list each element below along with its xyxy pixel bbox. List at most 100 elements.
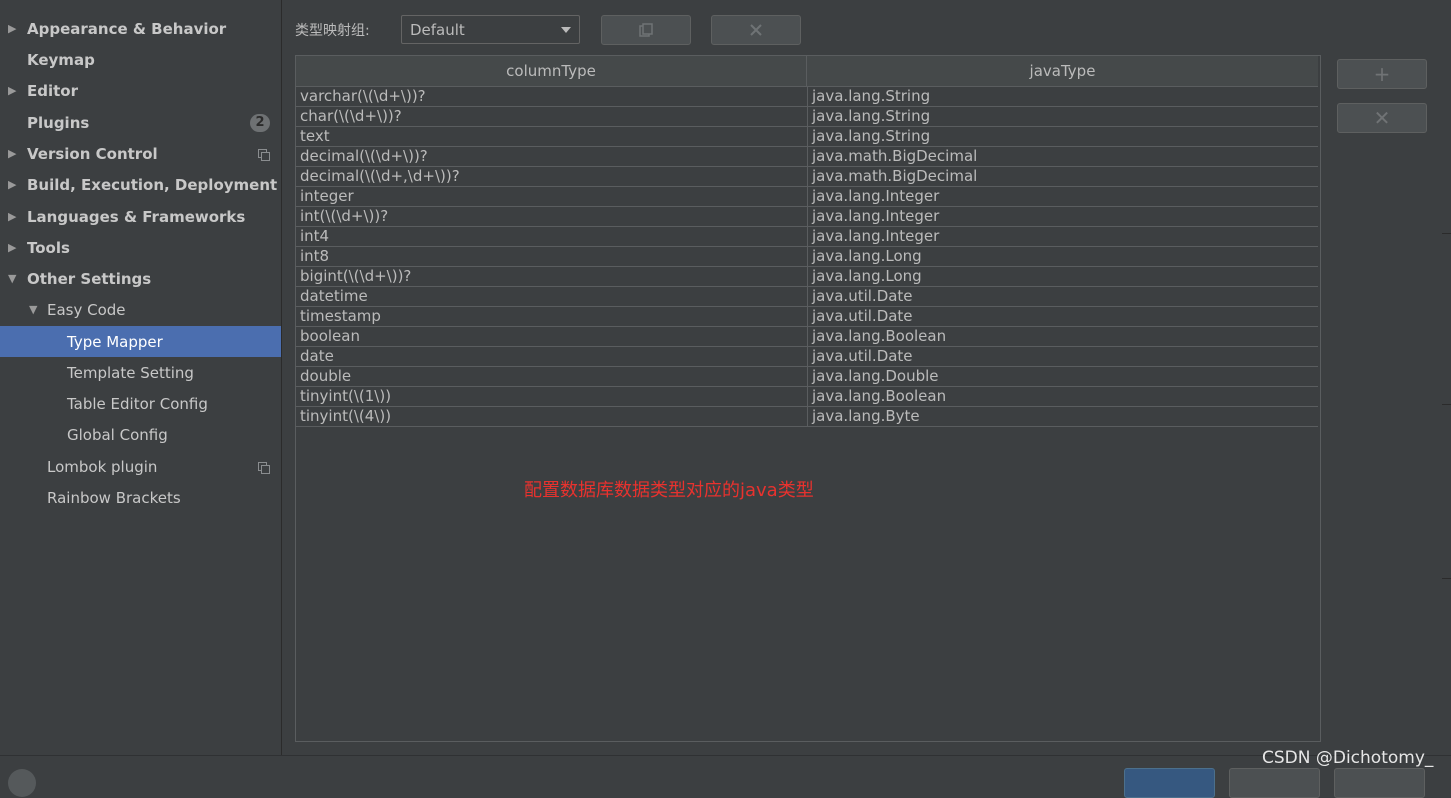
- column-header-column-type[interactable]: columnType: [296, 56, 807, 86]
- type-mapping-table: columnType javaType varchar(\(\d+\))? jav…: [295, 55, 1321, 742]
- sidebar-item-editor[interactable]: ▶ Editor: [0, 75, 281, 106]
- cell-java-type[interactable]: java.util.Date: [807, 287, 1313, 306]
- sidebar-item-build-execution-deployment[interactable]: ▶ Build, Execution, Deployment: [0, 169, 281, 200]
- cell-java-type[interactable]: java.lang.Byte: [807, 407, 1313, 426]
- cell-java-type[interactable]: java.lang.Integer: [807, 227, 1313, 246]
- expand-arrow-icon[interactable]: ▶: [8, 22, 18, 35]
- cell-column-type[interactable]: int4: [300, 227, 805, 246]
- delete-group-button[interactable]: [711, 15, 801, 45]
- sidebar-item-languages-frameworks[interactable]: ▶ Languages & Frameworks: [0, 201, 281, 232]
- update-count-badge: 2: [250, 113, 270, 132]
- cell-java-type[interactable]: java.lang.Double: [807, 367, 1313, 386]
- table-row[interactable]: timestamp java.util.Date: [296, 307, 1318, 327]
- cell-java-type[interactable]: java.lang.String: [807, 127, 1313, 146]
- cell-java-type[interactable]: java.lang.Boolean: [807, 327, 1313, 346]
- cell-java-type[interactable]: java.lang.String: [807, 87, 1313, 106]
- type-mapper-group-select[interactable]: Default: [401, 15, 580, 44]
- cell-java-type[interactable]: java.lang.Integer: [807, 187, 1313, 206]
- table-row[interactable]: int(\(\d+\))? java.lang.Integer: [296, 207, 1318, 227]
- table-header: columnType javaType: [296, 56, 1318, 87]
- table-row[interactable]: double java.lang.Double: [296, 367, 1318, 387]
- cell-java-type[interactable]: java.lang.Long: [807, 247, 1313, 266]
- table-row[interactable]: datetime java.util.Date: [296, 287, 1318, 307]
- annotation-text: 配置数据库数据类型对应的java类型: [524, 480, 814, 501]
- expand-arrow-icon[interactable]: ▶: [8, 178, 18, 191]
- cell-column-type[interactable]: double: [300, 367, 805, 386]
- cell-java-type[interactable]: java.lang.String: [807, 107, 1313, 126]
- table-row[interactable]: varchar(\(\d+\))? java.lang.String: [296, 87, 1318, 107]
- table-row[interactable]: date java.util.Date: [296, 347, 1318, 367]
- cell-column-type[interactable]: integer: [300, 187, 805, 206]
- sidebar-item-label: Lombok plugin: [47, 457, 158, 476]
- sidebar-item-template-setting[interactable]: Template Setting: [0, 357, 281, 388]
- cell-column-type[interactable]: tinyint(\(4\)): [300, 407, 805, 426]
- table-row[interactable]: char(\(\d+\))? java.lang.String: [296, 107, 1318, 127]
- cell-column-type[interactable]: char(\(\d+\))?: [300, 107, 805, 126]
- cell-column-type[interactable]: tinyint(\(1\)): [300, 387, 805, 406]
- sidebar-item-label: Editor: [27, 81, 78, 100]
- sidebar-item-appearance-behavior[interactable]: ▶ Appearance & Behavior: [0, 13, 281, 44]
- window-edge-divider: [1442, 578, 1451, 579]
- expand-arrow-icon[interactable]: ▶: [8, 241, 18, 254]
- cell-java-type[interactable]: java.math.BigDecimal: [807, 167, 1313, 186]
- table-row[interactable]: int8 java.lang.Long: [296, 247, 1318, 267]
- sidebar-item-other-settings[interactable]: ▼ Other Settings: [0, 263, 281, 294]
- cell-column-type[interactable]: bigint(\(\d+\))?: [300, 267, 805, 286]
- add-row-button[interactable]: +: [1337, 59, 1427, 89]
- project-settings-icon: [258, 148, 270, 161]
- table-row[interactable]: decimal(\(\d+\))? java.math.BigDecimal: [296, 147, 1318, 167]
- sidebar-item-label: Rainbow Brackets: [47, 488, 181, 507]
- ok-button[interactable]: [1124, 768, 1215, 798]
- cell-column-type[interactable]: timestamp: [300, 307, 805, 326]
- cell-column-type[interactable]: decimal(\(\d+,\d+\))?: [300, 167, 805, 186]
- cell-column-type[interactable]: varchar(\(\d+\))?: [300, 87, 805, 106]
- project-settings-icon: [258, 461, 270, 474]
- cell-column-type[interactable]: boolean: [300, 327, 805, 346]
- remove-row-button[interactable]: ✕: [1337, 103, 1427, 133]
- expand-arrow-icon[interactable]: ▶: [8, 147, 18, 160]
- close-icon: ✕: [1373, 106, 1391, 130]
- column-header-java-type[interactable]: javaType: [807, 56, 1318, 86]
- table-row[interactable]: integer java.lang.Integer: [296, 187, 1318, 207]
- sidebar-item-global-config[interactable]: Global Config: [0, 419, 281, 450]
- copy-group-button[interactable]: [601, 15, 691, 45]
- table-row[interactable]: decimal(\(\d+,\d+\))? java.math.BigDecima…: [296, 167, 1318, 187]
- table-row[interactable]: tinyint(\(1\)) java.lang.Boolean: [296, 387, 1318, 407]
- sidebar-item-label: Table Editor Config: [67, 394, 208, 413]
- sidebar-item-lombok-plugin[interactable]: Lombok plugin: [0, 451, 281, 482]
- sidebar-item-keymap[interactable]: Keymap: [0, 44, 281, 75]
- cell-column-type[interactable]: int(\(\d+\))?: [300, 207, 805, 226]
- apply-button[interactable]: [1334, 768, 1425, 798]
- sidebar-item-table-editor-config[interactable]: Table Editor Config: [0, 388, 281, 419]
- cell-java-type[interactable]: java.lang.Integer: [807, 207, 1313, 226]
- cell-column-type[interactable]: text: [300, 127, 805, 146]
- sidebar-item-type-mapper[interactable]: Type Mapper: [0, 326, 281, 357]
- sidebar-item-version-control[interactable]: ▶ Version Control: [0, 138, 281, 169]
- expand-arrow-icon[interactable]: ▶: [8, 210, 18, 223]
- window-edge-divider: [1442, 404, 1451, 405]
- table-row[interactable]: text java.lang.String: [296, 127, 1318, 147]
- collapse-arrow-icon[interactable]: ▼: [8, 272, 18, 285]
- help-icon[interactable]: [8, 769, 36, 797]
- cell-java-type[interactable]: java.lang.Boolean: [807, 387, 1313, 406]
- expand-arrow-icon[interactable]: ▶: [8, 84, 18, 97]
- sidebar-item-tools[interactable]: ▶ Tools: [0, 232, 281, 263]
- table-row[interactable]: int4 java.lang.Integer: [296, 227, 1318, 247]
- cell-java-type[interactable]: java.lang.Long: [807, 267, 1313, 286]
- sidebar-item-plugins[interactable]: Plugins 2: [0, 107, 281, 138]
- table-row[interactable]: tinyint(\(4\)) java.lang.Byte: [296, 407, 1318, 427]
- table-body: varchar(\(\d+\))? java.lang.String char(\(…: [296, 87, 1318, 427]
- cell-column-type[interactable]: date: [300, 347, 805, 366]
- table-row[interactable]: bigint(\(\d+\))? java.lang.Long: [296, 267, 1318, 287]
- cell-column-type[interactable]: int8: [300, 247, 805, 266]
- cell-java-type[interactable]: java.util.Date: [807, 307, 1313, 326]
- sidebar-item-easy-code[interactable]: ▼ Easy Code: [0, 294, 281, 325]
- cell-java-type[interactable]: java.math.BigDecimal: [807, 147, 1313, 166]
- cell-java-type[interactable]: java.util.Date: [807, 347, 1313, 366]
- cell-column-type[interactable]: decimal(\(\d+\))?: [300, 147, 805, 166]
- collapse-arrow-icon[interactable]: ▼: [29, 303, 39, 316]
- cell-column-type[interactable]: datetime: [300, 287, 805, 306]
- sidebar-item-rainbow-brackets[interactable]: Rainbow Brackets: [0, 482, 281, 513]
- table-row[interactable]: boolean java.lang.Boolean: [296, 327, 1318, 347]
- cancel-button[interactable]: [1229, 768, 1320, 798]
